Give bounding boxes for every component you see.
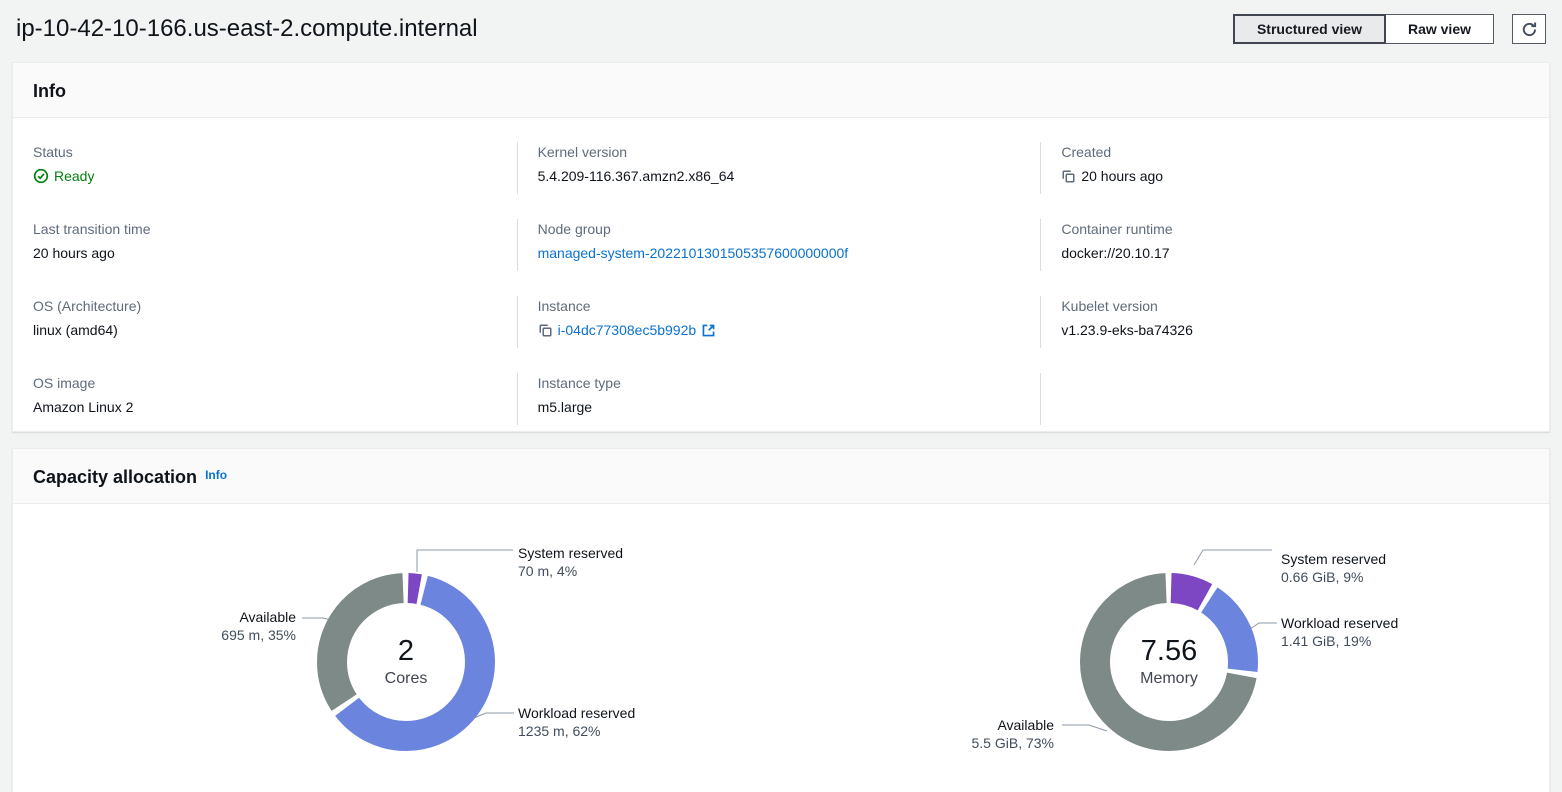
node-group-link[interactable]: managed-system-2022101301505357600000000… (538, 243, 849, 263)
field-last-transition-time: Last transition time 20 hours ago (13, 219, 517, 271)
info-row-3: OS (Architecture) linux (amd64) Instance… (13, 296, 1549, 348)
field-label: Status (33, 142, 497, 162)
created-text: 20 hours ago (1081, 166, 1163, 186)
info-card-title: Info (33, 80, 66, 102)
page-title: ip-10-42-10-166.us-east-2.compute.intern… (16, 15, 1233, 43)
field-value: 20 hours ago (1061, 166, 1529, 186)
field-label: Kernel version (538, 142, 1021, 162)
field-kubelet-version: Kubelet version v1.23.9-eks-ba74326 (1040, 296, 1549, 348)
capacity-card-header: Capacity allocation Info (13, 449, 1549, 504)
field-container-runtime: Container runtime docker://20.10.17 (1040, 219, 1549, 271)
info-card: Info Status Ready Kernel version 5.4. (12, 62, 1550, 432)
cpu-label-available: Available 695 m, 35% (221, 608, 296, 644)
cpu-label-workload-reserved: Workload reserved 1235 m, 62% (518, 704, 635, 740)
field-node-group: Node group managed-system-20221013015053… (517, 219, 1041, 271)
header-actions: Structured view Raw view (1233, 14, 1546, 44)
field-label: Container runtime (1061, 219, 1529, 239)
info-row-1: Status Ready Kernel version 5.4.209-116.… (13, 142, 1549, 194)
field-label: Node group (538, 219, 1021, 239)
refresh-button[interactable] (1512, 14, 1546, 44)
field-kernel-version: Kernel version 5.4.209-116.367.amzn2.x86… (517, 142, 1041, 194)
field-label: OS image (33, 373, 497, 393)
cpu-label-system-reserved: System reserved 70 m, 4% (518, 544, 623, 580)
copy-icon[interactable] (1061, 169, 1076, 184)
capacity-info-link[interactable]: Info (205, 468, 227, 482)
field-value: 20 hours ago (33, 243, 497, 263)
field-os-image: OS image Amazon Linux 2 (13, 373, 517, 425)
info-row-2: Last transition time 20 hours ago Node g… (13, 219, 1549, 271)
field-status: Status Ready (13, 142, 517, 194)
copy-icon[interactable] (538, 323, 553, 338)
memory-label-available: Available 5.5 GiB, 73% (972, 716, 1055, 752)
field-instance-type: Instance type m5.large (517, 373, 1041, 425)
field-label: Instance type (538, 373, 1021, 393)
field-instance: Instance i-04dc77308ec5b992b (517, 296, 1041, 348)
field-label: Last transition time (33, 219, 497, 239)
page-header: ip-10-42-10-166.us-east-2.compute.intern… (0, 0, 1562, 58)
memory-label-workload-reserved: Workload reserved 1.41 GiB, 19% (1281, 614, 1398, 650)
field-label: Created (1061, 142, 1529, 162)
capacity-charts: 2 Cores System reserved 70 m, 4% Availab… (13, 504, 1549, 792)
info-grid: Status Ready Kernel version 5.4.209-116.… (13, 142, 1549, 435)
external-link-icon[interactable] (701, 323, 716, 338)
raw-view-button[interactable]: Raw view (1386, 14, 1494, 44)
status-text: Ready (54, 166, 94, 186)
capacity-allocation-card: Capacity allocation Info 2 Cores System … (12, 448, 1550, 792)
view-toggle: Structured view Raw view (1233, 14, 1494, 44)
field-value: m5.large (538, 397, 1021, 417)
memory-label-system-reserved: System reserved 0.66 GiB, 9% (1281, 550, 1386, 586)
field-empty (1040, 373, 1549, 425)
info-card-header: Info (13, 63, 1549, 118)
capacity-card-title: Capacity allocation (33, 466, 197, 488)
field-label: Instance (538, 296, 1021, 316)
memory-donut-chart[interactable] (1074, 567, 1264, 757)
status-badge: Ready (33, 166, 497, 186)
field-value: docker://20.10.17 (1061, 243, 1529, 263)
field-os-architecture: OS (Architecture) linux (amd64) (13, 296, 517, 348)
field-label: OS (Architecture) (33, 296, 497, 316)
info-row-4: OS image Amazon Linux 2 Instance type m5… (13, 373, 1549, 425)
check-circle-icon (33, 168, 49, 184)
cpu-donut-chart[interactable] (311, 567, 501, 757)
refresh-icon (1521, 21, 1538, 38)
instance-link[interactable]: i-04dc77308ec5b992b (558, 320, 697, 340)
field-value: linux (amd64) (33, 320, 497, 340)
field-value: v1.23.9-eks-ba74326 (1061, 320, 1529, 340)
structured-view-button[interactable]: Structured view (1233, 14, 1386, 44)
field-value: 5.4.209-116.367.amzn2.x86_64 (538, 166, 1021, 186)
field-label: Kubelet version (1061, 296, 1529, 316)
field-created: Created 20 hours ago (1040, 142, 1549, 194)
field-value: Amazon Linux 2 (33, 397, 497, 417)
